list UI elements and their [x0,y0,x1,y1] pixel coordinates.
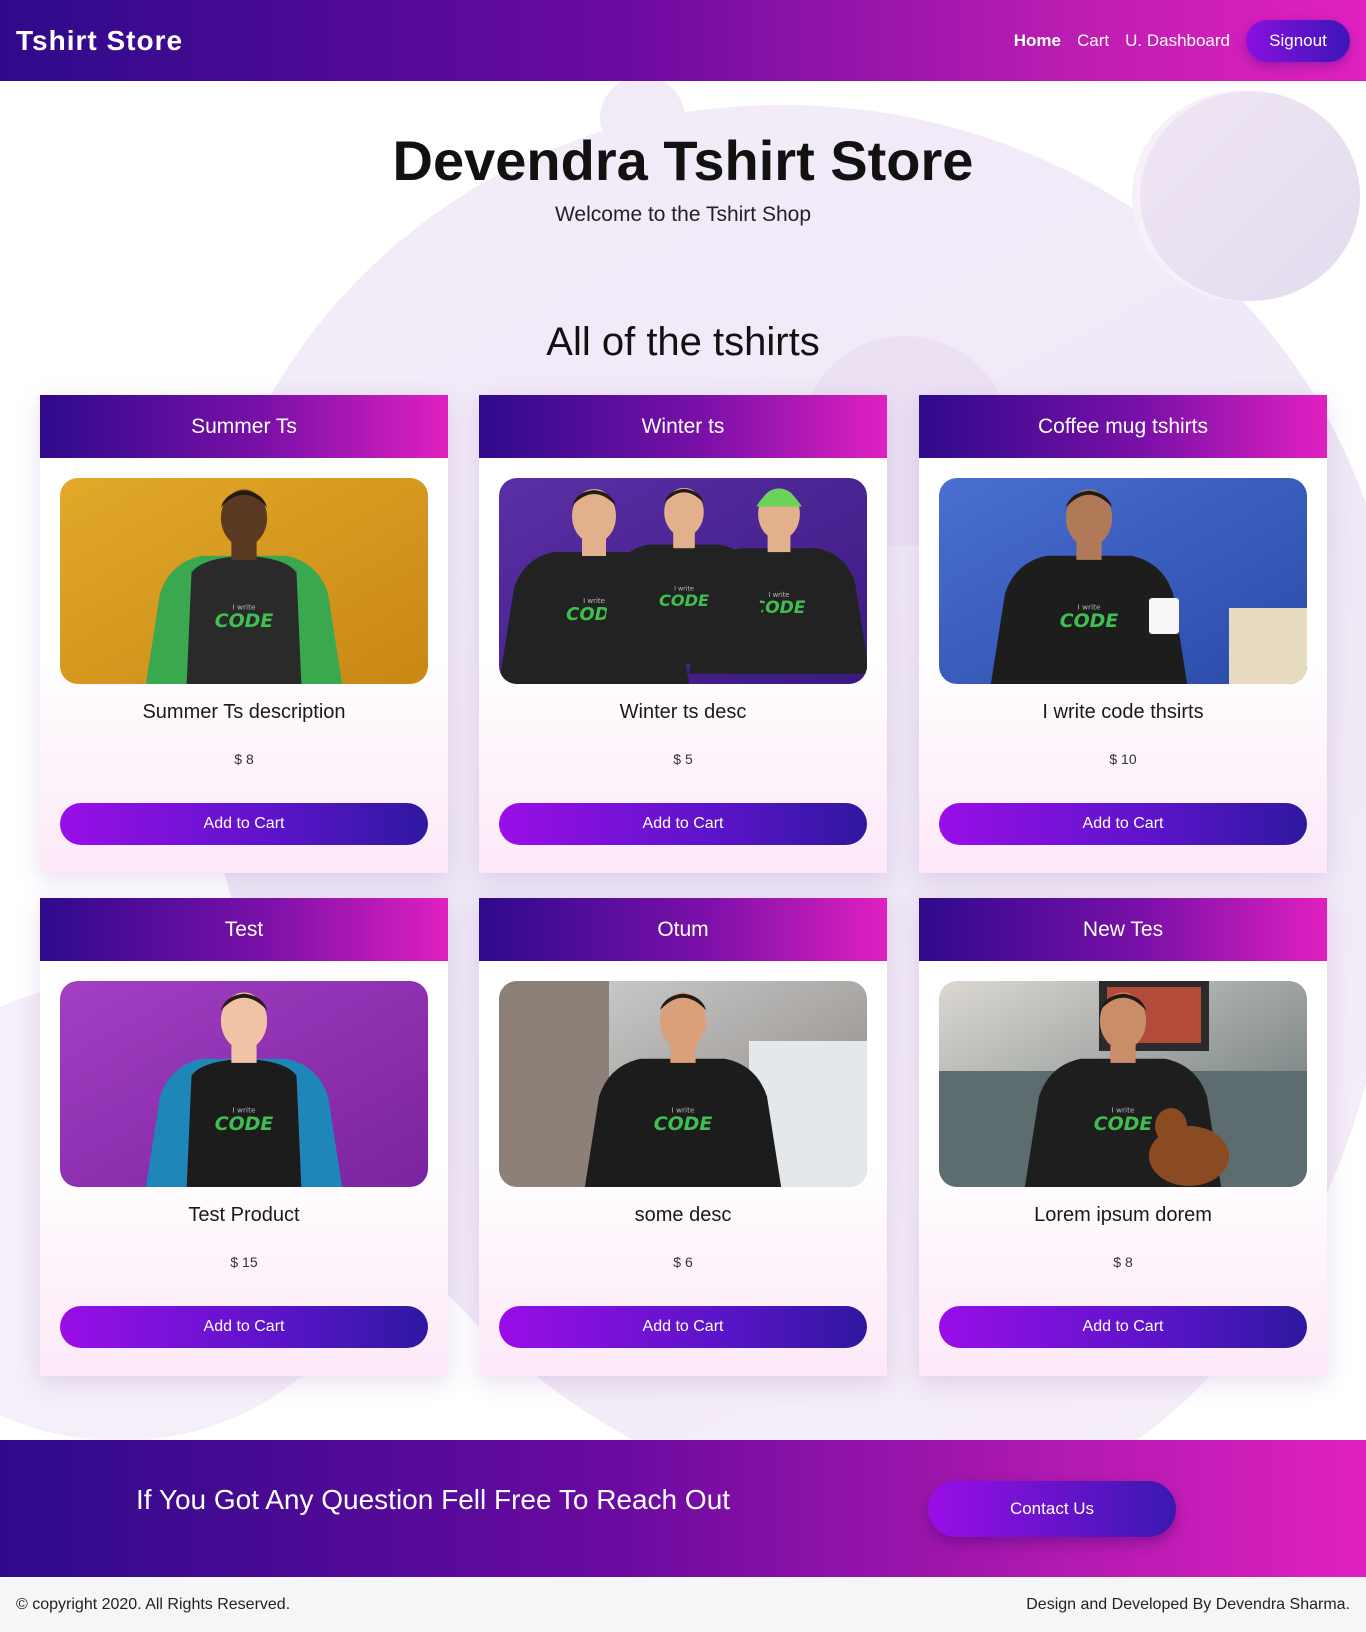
product-image: I write CODE I write CODE I write CODE [499,478,867,684]
hero: Devendra Tshirt Store Welcome to the Tsh… [0,128,1366,227]
nav-link-user-dashboard[interactable]: U. Dashboard [1125,31,1230,51]
product-description: Summer Ts description [142,701,346,723]
product-price: $ 6 [673,1254,693,1270]
tshirt-photo-man-yellow-bg-icon: I writeCODE [60,478,428,684]
add-to-cart-button[interactable]: Add to Cart [60,803,428,845]
products-section-title: All of the tshirts [546,320,820,364]
tshirt-photo-man-dog-sofa-icon: I writeCODE [939,981,1307,1187]
tshirt-photo-man-mug-blue-bg-icon: I writeCODE [939,478,1307,684]
product-card-title: Test [40,898,448,961]
contact-us-button[interactable]: Contact Us [928,1481,1176,1537]
tshirt-photo-woman-purple-bg-icon: I writeCODE [60,981,428,1187]
product-card-title: Summer Ts [40,395,448,458]
product-card-4: Test I write CODE Test Product $ 15 Add t… [40,898,448,1376]
product-price: $ 8 [1113,1254,1133,1270]
contact-text: If You Got Any Question Fell Free To Rea… [136,1484,731,1515]
svg-text:CODE: CODE [1094,1113,1153,1135]
nav-link-home[interactable]: Home [1014,31,1061,51]
nav-link-cart[interactable]: Cart [1077,31,1109,51]
credits-text: Design and Developed By Devendra Sharma. [1026,1595,1350,1613]
add-to-cart-button[interactable]: Add to Cart [60,1306,428,1348]
product-card-5: Otum I write CODE some desc $ 6 Add to Ca… [479,898,887,1376]
svg-text:CODE: CODE [659,591,709,610]
hoodie-photo-group-purple-bg-icon: I writeCODEI writeCODEI writeCODE [499,478,867,684]
product-description: Winter ts desc [619,701,747,723]
product-card-title: Coffee mug tshirts [919,395,1327,458]
svg-text:CODE: CODE [654,1113,713,1135]
product-description: Lorem ipsum dorem [1034,1204,1212,1226]
signout-button[interactable]: Signout [1246,19,1350,62]
svg-text:CODE: CODE [1060,610,1119,632]
product-price: $ 10 [1109,751,1137,767]
product-price: $ 15 [230,1254,258,1270]
product-image: I write CODE [60,981,428,1187]
add-to-cart-button[interactable]: Add to Cart [499,803,867,845]
footer: © copyright 2020. All Rights Reserved. D… [0,1577,1366,1632]
product-image: I write CODE [939,981,1307,1187]
add-to-cart-button[interactable]: Add to Cart [939,1306,1307,1348]
add-to-cart-button[interactable]: Add to Cart [939,803,1307,845]
product-price: $ 8 [234,751,254,767]
product-card-2: Winter ts I write CODE I write CODE I write C… [479,395,887,873]
product-card-3: Coffee mug tshirts I write CODE I write c… [919,395,1327,873]
product-card-1: Summer Ts I write CODE Summer Ts descript… [40,395,448,873]
tshirt-photo-man-street-icon: I writeCODE [499,981,867,1187]
copyright-text: © copyright 2020. All Rights Reserved. [16,1595,291,1613]
nav-links: Home Cart U. Dashboard Signout [1014,19,1350,62]
brand-logo[interactable]: Tshirt Store [16,25,183,57]
navbar: Tshirt Store Home Cart U. Dashboard Sign… [0,0,1366,81]
product-description: Test Product [188,1204,300,1226]
product-price: $ 5 [673,751,693,767]
svg-text:CODE: CODE [215,1113,274,1135]
product-card-title: New Tes [919,898,1327,961]
product-image: I write CODE [939,478,1307,684]
product-card-title: Otum [479,898,887,961]
add-to-cart-button[interactable]: Add to Cart [499,1306,867,1348]
product-card-title: Winter ts [479,395,887,458]
product-card-6: New Tes I write CODE Lorem ipsum dorem $ … [919,898,1327,1376]
hero-subtitle: Welcome to the Tshirt Shop [554,203,812,226]
product-description: some desc [634,1204,732,1226]
product-image: I write CODE [60,478,428,684]
contact-banner: If You Got Any Question Fell Free To Rea… [0,1440,1366,1577]
svg-text:CODE: CODE [215,610,274,632]
product-image: I write CODE [499,981,867,1187]
hero-title: Devendra Tshirt Store [392,129,974,192]
product-description: I write code thsirts [1042,701,1204,723]
